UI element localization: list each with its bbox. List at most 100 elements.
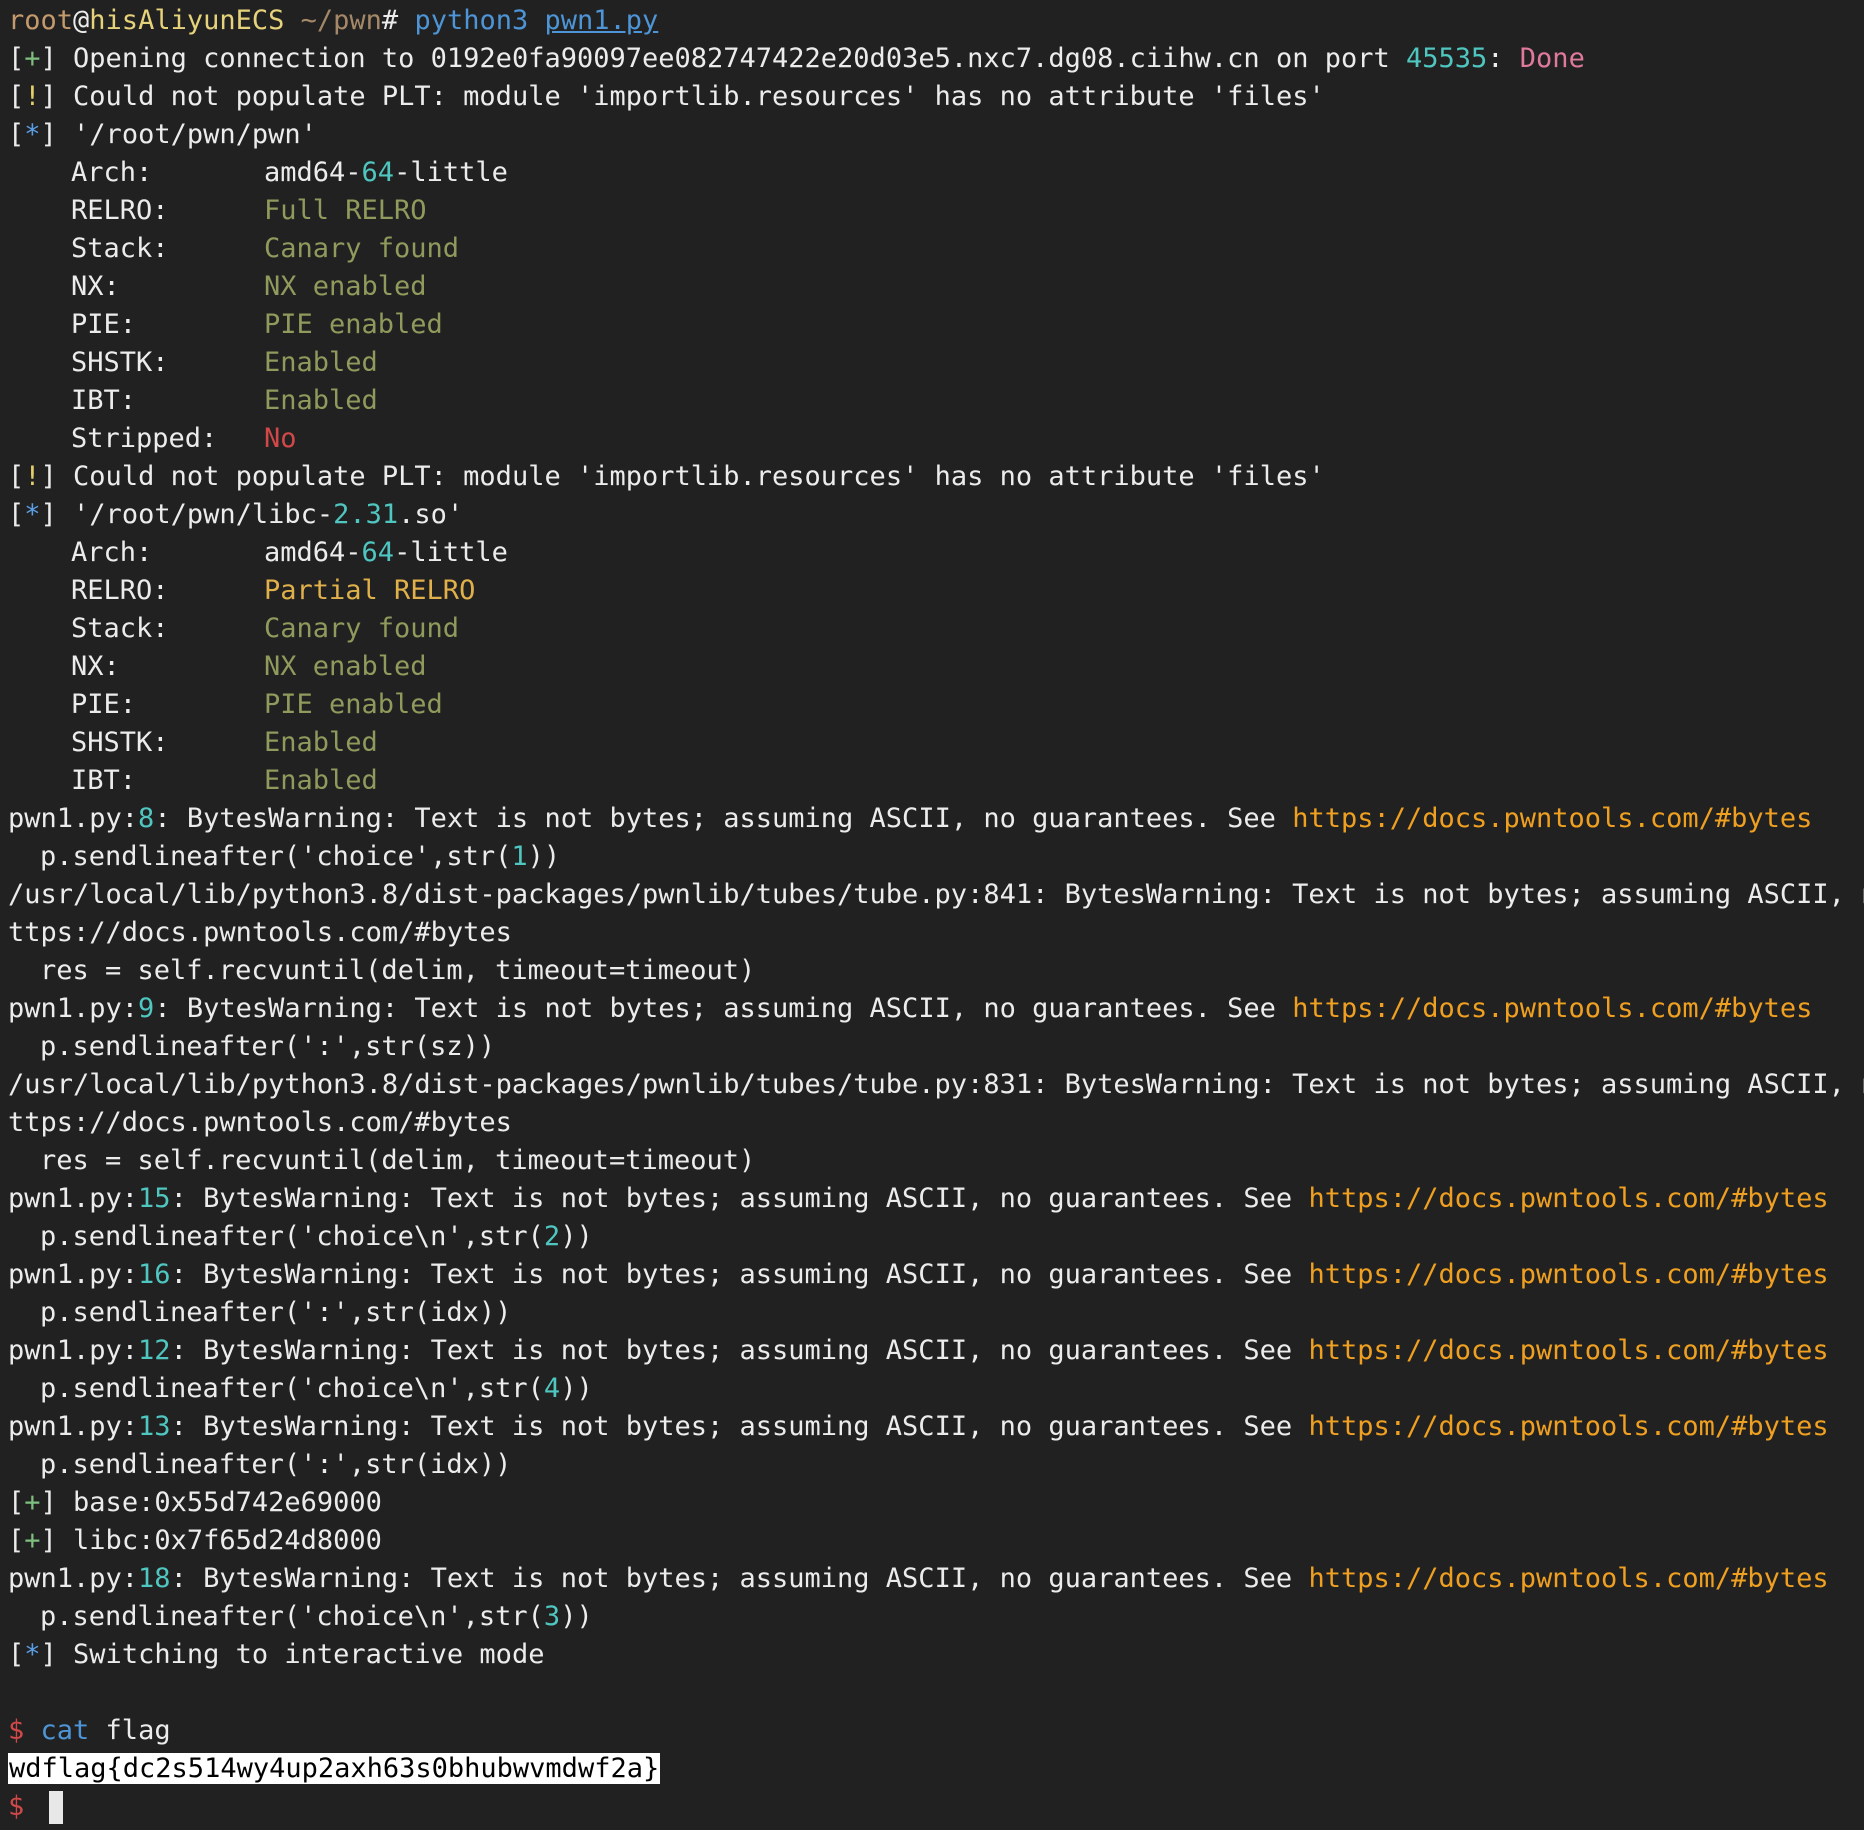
checksec-row-arch: Arch: amd64-64-little <box>0 154 1864 192</box>
bytes-warning-line: pwn1.py:18: BytesWarning: Text is not by… <box>8 1563 1829 1594</box>
checksec-value: PIE enabled <box>264 689 443 720</box>
checksec-row-shstk: SHSTK: Enabled <box>0 344 1864 382</box>
prompt-path: ~/pwn <box>284 5 382 36</box>
code-line: res = self.recvuntil(delim, timeout=time… <box>40 955 756 986</box>
docs-link[interactable]: https://docs.pwntools.com/#bytes <box>1292 803 1812 834</box>
plus-tag: + <box>24 43 41 74</box>
binary-path: '/root/pwn/pwn' <box>73 119 317 150</box>
code-line: p.sendlineafter('choice\n',str(4)) <box>40 1373 593 1404</box>
code-line: p.sendlineafter('choice',str(1)) <box>40 841 561 872</box>
checksec-value: amd64-64-little <box>264 537 508 568</box>
checksec-label: Arch: <box>71 537 153 568</box>
prompt-user: root <box>8 5 74 36</box>
checksec-label: RELRO: <box>71 575 169 606</box>
port-number: 45535 <box>1406 43 1488 74</box>
flag-output[interactable]: wdflag{dc2s514wy4up2axh63s0bhubwvmdwf2a} <box>8 1753 661 1784</box>
dollar-prompt: $ <box>8 1715 41 1746</box>
warning-text: Could not populate PLT: module 'importli… <box>73 81 1325 112</box>
connection-text: Opening connection to 0192e0fa90097ee082… <box>73 43 1406 74</box>
plt-warning-line: [!] Could not populate PLT: module 'impo… <box>8 461 1325 492</box>
checksec-value: Enabled <box>264 347 378 378</box>
tube-warning-wrap: ttps://docs.pwntools.com/#bytes <box>8 917 512 948</box>
docs-link[interactable]: https://docs.pwntools.com/#bytes <box>1308 1335 1828 1366</box>
checksec-row-nx: NX: NX enabled <box>0 648 1864 686</box>
input-prompt-line[interactable]: $ <box>0 1788 1864 1826</box>
plt-warning-line: [!] Could not populate PLT: module 'impo… <box>8 81 1325 112</box>
flag-output-line: wdflag{dc2s514wy4up2axh63s0bhubwvmdwf2a} <box>0 1750 1864 1788</box>
tube-warning-line: /usr/local/lib/python3.8/dist-packages/p… <box>8 1069 1864 1100</box>
connection-status: Done <box>1519 43 1585 74</box>
dollar-prompt: $ <box>8 1791 41 1822</box>
checksec-value: amd64-64-little <box>264 157 508 188</box>
checksec-row-stack: Stack: Canary found <box>0 230 1864 268</box>
checksec-row-nx: NX: NX enabled <box>0 268 1864 306</box>
code-line: p.sendlineafter(':',str(idx)) <box>40 1449 512 1480</box>
docs-link[interactable]: https://docs.pwntools.com/#bytes <box>1292 993 1812 1024</box>
command-arg-link[interactable]: pwn1.py <box>545 5 659 36</box>
checksec-label: Stack: <box>71 233 169 264</box>
bytes-warning-line: pwn1.py:16: BytesWarning: Text is not by… <box>8 1259 1829 1290</box>
cat-command: cat <box>40 1715 90 1746</box>
checksec-row-relro: RELRO: Partial RELRO <box>0 572 1864 610</box>
tube-warning-wrap: ttps://docs.pwntools.com/#bytes <box>8 1107 512 1138</box>
checksec-value: Enabled <box>264 727 378 758</box>
checksec-label: Arch: <box>71 157 153 188</box>
code-line: p.sendlineafter(':',str(sz)) <box>40 1031 496 1062</box>
star-tag: * <box>24 1639 41 1670</box>
checksec-value: Full RELRO <box>264 195 427 226</box>
interactive-line: [*] Switching to interactive mode <box>8 1639 545 1670</box>
libc-path-line: [*] '/root/pwn/libc-2.31.so' <box>8 499 464 530</box>
checksec-label: NX: <box>71 271 120 302</box>
bytes-warning-line: pwn1.py:13: BytesWarning: Text is not by… <box>8 1411 1829 1442</box>
checksec-value: Canary found <box>264 613 460 644</box>
prompt-hash: # <box>381 5 415 36</box>
docs-link[interactable]: https://docs.pwntools.com/#bytes <box>1308 1259 1828 1290</box>
checksec-value: Enabled <box>264 765 378 796</box>
checksec-row-ibt: IBT: Enabled <box>0 762 1864 800</box>
docs-link[interactable]: https://docs.pwntools.com/#bytes <box>1308 1411 1828 1442</box>
checksec-label: RELRO: <box>71 195 169 226</box>
checksec-label: IBT: <box>71 765 137 796</box>
docs-link[interactable]: https://docs.pwntools.com/#bytes <box>1308 1563 1828 1594</box>
bytes-warning-line: pwn1.py:15: BytesWarning: Text is not by… <box>8 1183 1829 1214</box>
checksec-value: NX enabled <box>264 271 427 302</box>
warning-text: Could not populate PLT: module 'importli… <box>73 461 1325 492</box>
star-tag: * <box>24 119 41 150</box>
bang-tag: ! <box>24 81 41 112</box>
checksec-label: Stripped: <box>71 423 218 454</box>
checksec-label: SHSTK: <box>71 727 169 758</box>
checksec-value: PIE enabled <box>264 309 443 340</box>
binary-path-line: [*] '/root/pwn/pwn' <box>8 119 317 150</box>
prompt-host: hisAliyunECS <box>89 5 285 36</box>
checksec-value: Canary found <box>264 233 460 264</box>
code-line: p.sendlineafter(':',str(idx)) <box>40 1297 512 1328</box>
bytes-warning-line: pwn1.py:12: BytesWarning: Text is not by… <box>8 1335 1829 1366</box>
checksec-row-ibt: IBT: Enabled <box>0 382 1864 420</box>
checksec-row-arch: Arch: amd64-64-little <box>0 534 1864 572</box>
checksec-label: IBT: <box>71 385 137 416</box>
cat-command-line: $ cat flag <box>8 1715 171 1746</box>
code-line: p.sendlineafter('choice\n',str(2)) <box>40 1221 593 1252</box>
checksec-row-relro: RELRO: Full RELRO <box>0 192 1864 230</box>
libc-address-line: [+] libc:0x7f65d24d8000 <box>8 1525 382 1556</box>
terminal-window[interactable]: root@hisAliyunECS ~/pwn# python3 pwn1.py… <box>0 0 1864 1830</box>
bang-tag: ! <box>24 461 41 492</box>
docs-link[interactable]: https://docs.pwntools.com/#bytes <box>1308 1183 1828 1214</box>
checksec-label: SHSTK: <box>71 347 169 378</box>
checksec-value: Partial RELRO <box>264 575 476 606</box>
connection-line: [+] Opening connection to 0192e0fa90097e… <box>8 43 1585 74</box>
base-address-line: [+] base:0x55d742e69000 <box>8 1487 382 1518</box>
checksec-value: No <box>264 423 297 454</box>
checksec-row-shstk: SHSTK: Enabled <box>0 724 1864 762</box>
bytes-warning-line: pwn1.py:9: BytesWarning: Text is not byt… <box>8 993 1813 1024</box>
checksec-value: Enabled <box>264 385 378 416</box>
plus-tag: + <box>24 1487 41 1518</box>
cursor-block <box>48 1791 63 1824</box>
tube-warning-line: /usr/local/lib/python3.8/dist-packages/p… <box>8 879 1864 910</box>
checksec-value: NX enabled <box>264 651 427 682</box>
bytes-warning-line: pwn1.py:8: BytesWarning: Text is not byt… <box>8 803 1813 834</box>
checksec-row-stack: Stack: Canary found <box>0 610 1864 648</box>
code-line: res = self.recvuntil(delim, timeout=time… <box>40 1145 756 1176</box>
checksec-row-pie: PIE: PIE enabled <box>0 686 1864 724</box>
